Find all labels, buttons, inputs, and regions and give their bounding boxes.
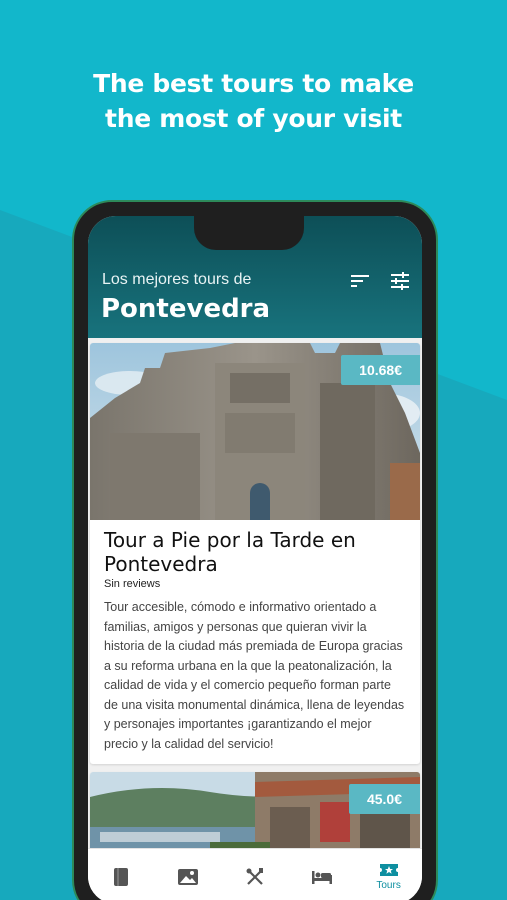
phone-notch bbox=[194, 216, 304, 250]
tours-list: 10.68€ Tour a Pie por la Tarde en Pontev… bbox=[88, 338, 422, 900]
filter-icon[interactable] bbox=[390, 272, 410, 290]
nav-item-hotels[interactable] bbox=[288, 849, 355, 900]
bottom-navigation: Tours bbox=[88, 848, 422, 900]
tour-title: Tour a Pie por la Tarde en Pontevedra bbox=[104, 528, 356, 576]
tour-card-body: Tour a Pie por la Tarde en Pontevedra Si… bbox=[90, 520, 420, 764]
tour-description: Tour accesible, cómodo e informativo ori… bbox=[104, 600, 405, 751]
nav-item-restaurants[interactable] bbox=[222, 849, 289, 900]
price-badge: 10.68€ bbox=[341, 355, 420, 385]
sort-icon[interactable] bbox=[350, 272, 370, 290]
tour-card[interactable]: 10.68€ Tour a Pie por la Tarde en Pontev… bbox=[90, 343, 420, 764]
tour-reviews: Sin reviews bbox=[104, 578, 161, 590]
image-icon bbox=[178, 868, 199, 885]
tour-image: 10.68€ bbox=[90, 343, 420, 520]
restaurant-icon bbox=[246, 867, 263, 885]
app-screen: Los mejores tours de Pontevedra 10.68€ T… bbox=[88, 216, 422, 900]
nav-item-photos[interactable] bbox=[155, 849, 222, 900]
phone-frame: Los mejores tours de Pontevedra 10.68€ T… bbox=[72, 200, 438, 900]
headline-line-1: The best tours to make bbox=[93, 69, 414, 98]
app-header: Los mejores tours de Pontevedra bbox=[88, 216, 422, 338]
nav-item-tours[interactable]: Tours bbox=[355, 849, 422, 900]
price-badge: 45.0€ bbox=[348, 784, 420, 814]
nav-label-tours: Tours bbox=[376, 880, 401, 891]
marketing-headline: The best tours to make the most of your … bbox=[0, 66, 507, 136]
nav-item-guide[interactable] bbox=[88, 849, 155, 900]
page-title: Pontevedra bbox=[101, 294, 271, 324]
bed-icon bbox=[311, 870, 332, 884]
header-subtitle: Los mejores tours de bbox=[102, 271, 252, 288]
book-icon bbox=[114, 867, 129, 886]
ticket-icon bbox=[379, 864, 398, 876]
headline-line-2: the most of your visit bbox=[105, 104, 402, 133]
